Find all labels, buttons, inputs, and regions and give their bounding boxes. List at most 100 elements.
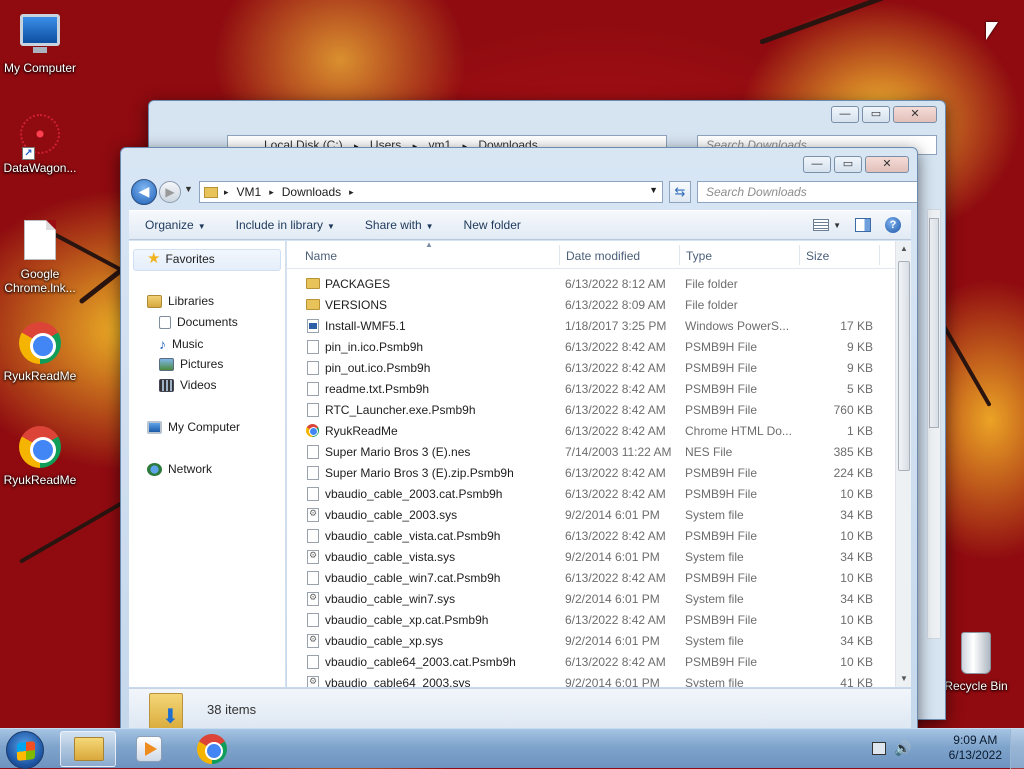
- back-button[interactable]: ◀: [131, 179, 157, 205]
- explorer-window[interactable]: — ▭ ✕ ◀ ▶ ▼ ▸ VM1 ▸ Downloads ▸ ▼ ⇆ Sear…: [120, 147, 918, 730]
- file-row[interactable]: vbaudio_cable_xp.cat.Psmb9h 6/13/2022 8:4…: [287, 609, 895, 630]
- file-size: 760 KB: [833, 403, 873, 417]
- new-folder-button[interactable]: New folder: [464, 218, 521, 232]
- maximize-button[interactable]: ▭: [834, 156, 862, 173]
- file-row[interactable]: Super Mario Bros 3 (E).nes 7/14/2003 11:2…: [287, 441, 895, 462]
- star-icon: ★: [147, 250, 161, 267]
- address-bar[interactable]: ▸ VM1 ▸ Downloads ▸ ▼: [199, 181, 663, 203]
- scroll-up-icon[interactable]: ▲: [896, 241, 911, 257]
- share-with-button[interactable]: Share with ▼: [365, 218, 434, 232]
- scrollbar-thumb[interactable]: [929, 218, 939, 428]
- breadcrumb-downloads[interactable]: Downloads: [282, 185, 341, 199]
- taskbar-explorer[interactable]: [60, 731, 116, 767]
- nav-network[interactable]: Network: [147, 462, 212, 476]
- file-type: PSMB9H File: [685, 361, 758, 375]
- file-size: 34 KB: [840, 592, 873, 606]
- file-size: 5 KB: [846, 382, 873, 396]
- volume-icon[interactable]: 🔊: [894, 740, 911, 757]
- file-row[interactable]: vbaudio_cable_2003.sys 9/2/2014 6:01 PM Sy…: [287, 504, 895, 525]
- file-icon: [307, 403, 319, 417]
- file-row[interactable]: RyukReadMe 6/13/2022 8:42 AM Chrome HTML D…: [287, 420, 895, 441]
- close-button[interactable]: ✕: [865, 156, 909, 173]
- search-input[interactable]: Search Downloads ⚲: [697, 181, 917, 203]
- include-in-library-button[interactable]: Include in library ▼: [236, 218, 335, 232]
- file-icon: [307, 529, 319, 543]
- file-row[interactable]: vbaudio_cable_win7.cat.Psmb9h 6/13/2022 8…: [287, 567, 895, 588]
- show-desktop-button[interactable]: [1010, 729, 1024, 769]
- breadcrumb-vm1[interactable]: VM1: [237, 185, 262, 199]
- file-row[interactable]: pin_out.ico.Psmb9h 6/13/2022 8:42 AM PSMB9…: [287, 357, 895, 378]
- file-date-modified: 6/13/2022 8:42 AM: [565, 529, 666, 543]
- desktop-icon-google-chrome-lnk[interactable]: Google Chrome.lnk...: [0, 218, 80, 295]
- libraries-icon: [147, 294, 162, 308]
- desktop-icon-recycle-bin[interactable]: Recycle Bin: [936, 632, 1016, 693]
- recent-pages-dropdown[interactable]: ▼: [184, 184, 193, 194]
- navigation-row: ◀ ▶ ▼ ▸ VM1 ▸ Downloads ▸ ▼ ⇆ Search Dow…: [129, 178, 917, 205]
- nav-documents[interactable]: Documents: [159, 315, 238, 329]
- organize-button[interactable]: Organize ▼: [145, 218, 206, 232]
- file-row[interactable]: vbaudio_cable_2003.cat.Psmb9h 6/13/2022 8…: [287, 483, 895, 504]
- file-date-modified: 6/13/2022 8:42 AM: [565, 466, 666, 480]
- file-row[interactable]: RTC_Launcher.exe.Psmb9h 6/13/2022 8:42 AM…: [287, 399, 895, 420]
- file-row[interactable]: VERSIONS 6/13/2022 8:09 AM File folder: [287, 294, 895, 315]
- desktop-icon-ryukreadme-2[interactable]: RyukReadMe: [0, 426, 80, 487]
- desktop-icon-ryukreadme-1[interactable]: RyukReadMe: [0, 322, 80, 383]
- file-row[interactable]: readme.txt.Psmb9h 6/13/2022 8:42 AM PSMB9H…: [287, 378, 895, 399]
- column-header-type[interactable]: Type: [686, 249, 712, 263]
- scrollbar[interactable]: [927, 209, 941, 639]
- nav-pictures[interactable]: Pictures: [159, 357, 223, 371]
- scrollbar-thumb[interactable]: [898, 261, 910, 471]
- file-date-modified: 6/13/2022 8:12 AM: [565, 277, 666, 291]
- preview-pane-icon[interactable]: [855, 218, 871, 232]
- nav-libraries[interactable]: Libraries: [147, 294, 214, 308]
- file-row[interactable]: vbaudio_cable_win7.sys 9/2/2014 6:01 PM Sy…: [287, 588, 895, 609]
- chrome-icon: [18, 322, 62, 366]
- scroll-down-icon[interactable]: ▼: [896, 671, 911, 687]
- nav-music[interactable]: ♪ Music: [159, 336, 203, 352]
- system-tray: 🔊 9:09 AM 6/13/2022: [864, 729, 1024, 769]
- file-row[interactable]: vbaudio_cable64_2003.cat.Psmb9h 6/13/2022…: [287, 651, 895, 672]
- nav-favorites[interactable]: ★ Favorites: [147, 250, 215, 267]
- file-row[interactable]: vbaudio_cable64_2003.sys 9/2/2014 6:01 PM…: [287, 672, 895, 687]
- chevron-down-icon[interactable]: ▼: [833, 221, 841, 230]
- maximize-button[interactable]: ▭: [862, 106, 890, 123]
- minimize-button[interactable]: —: [831, 106, 859, 123]
- vertical-scrollbar[interactable]: ▲ ▼: [895, 241, 911, 687]
- file-row[interactable]: PACKAGES 6/13/2022 8:12 AM File folder: [287, 273, 895, 294]
- minimize-button[interactable]: —: [803, 156, 831, 173]
- file-row[interactable]: Super Mario Bros 3 (E).zip.Psmb9h 6/13/20…: [287, 462, 895, 483]
- taskbar-chrome[interactable]: [184, 731, 240, 767]
- file-row[interactable]: pin_in.ico.Psmb9h 6/13/2022 8:42 AM PSMB9H…: [287, 336, 895, 357]
- clock[interactable]: 9:09 AM 6/13/2022: [949, 733, 1002, 763]
- file-row[interactable]: vbaudio_cable_xp.sys 9/2/2014 6:01 PM Syst…: [287, 630, 895, 651]
- column-header-size[interactable]: Size: [806, 249, 829, 263]
- file-row[interactable]: Install-WMF5.1 1/18/2017 3:25 PM Windows P…: [287, 315, 895, 336]
- file-rows: PACKAGES 6/13/2022 8:12 AM File folder VERS…: [287, 273, 895, 687]
- file-date-modified: 9/2/2014 6:01 PM: [565, 634, 660, 648]
- taskbar-media-player[interactable]: [122, 731, 178, 767]
- file-row[interactable]: vbaudio_cable_vista.cat.Psmb9h 6/13/2022 …: [287, 525, 895, 546]
- refresh-button[interactable]: ⇆: [669, 181, 691, 203]
- column-header-name[interactable]: Name: [305, 249, 337, 263]
- file-date-modified: 6/13/2022 8:42 AM: [565, 403, 666, 417]
- file-icon: [307, 361, 319, 375]
- start-button[interactable]: [6, 731, 44, 769]
- file-type: NES File: [685, 445, 733, 459]
- column-header-date[interactable]: Date modified: [566, 249, 640, 263]
- system-file-icon: [307, 550, 319, 564]
- desktop-icon-datawagon[interactable]: ↗ DataWagon...: [0, 114, 80, 175]
- file-type: PSMB9H File: [685, 529, 758, 543]
- nav-videos[interactable]: Videos: [159, 378, 216, 392]
- taskbar: 🔊 9:09 AM 6/13/2022: [0, 728, 1024, 769]
- close-button[interactable]: ✕: [893, 106, 937, 123]
- network-icon[interactable]: [872, 742, 886, 755]
- help-icon[interactable]: ?: [885, 217, 901, 233]
- nav-my-computer[interactable]: My Computer: [147, 420, 240, 434]
- file-size: 10 KB: [840, 655, 873, 669]
- chevron-down-icon[interactable]: ▼: [649, 185, 658, 195]
- change-view-icon[interactable]: [813, 219, 830, 231]
- desktop-icon-my-computer[interactable]: My Computer: [0, 10, 80, 75]
- system-file-icon: [307, 508, 319, 522]
- forward-button[interactable]: ▶: [159, 181, 181, 203]
- file-row[interactable]: vbaudio_cable_vista.sys 9/2/2014 6:01 PM S…: [287, 546, 895, 567]
